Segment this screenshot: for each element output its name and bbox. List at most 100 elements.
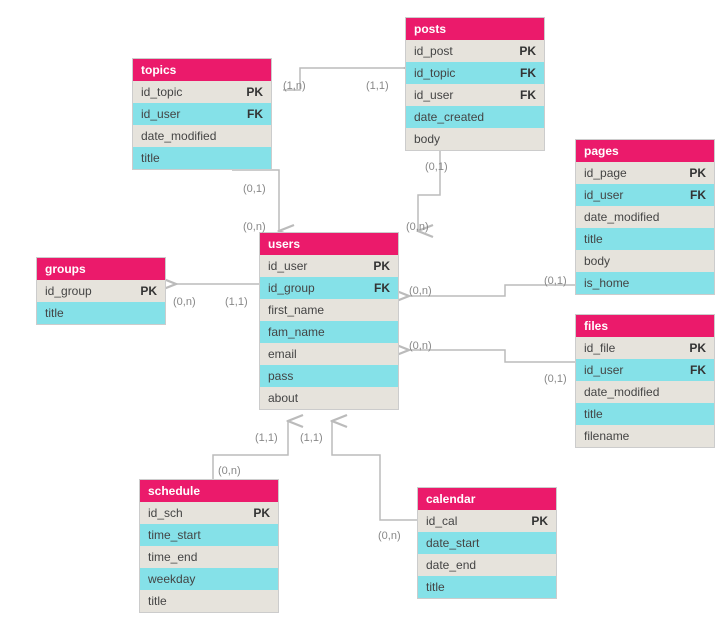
column-name: date_start [426, 536, 479, 550]
entity-row: time_end [140, 546, 278, 568]
column-name: id_user [584, 363, 623, 377]
cardinality-label: (0,n) [218, 465, 241, 477]
entity-header: calendar [418, 488, 556, 510]
entity-row: body [406, 128, 544, 150]
entity-header: pages [576, 140, 714, 162]
entity-row: id_filePK [576, 337, 714, 359]
entity-files: filesid_filePKid_userFKdate_modifiedtitl… [575, 314, 715, 448]
column-key: FK [690, 188, 706, 202]
entity-row: id_groupPK [37, 280, 165, 302]
connector-posts-users [418, 146, 440, 231]
entity-row: title [418, 576, 556, 598]
entity-row: id_userFK [576, 359, 714, 381]
column-name: id_topic [141, 85, 182, 99]
entity-groups: groupsid_groupPKtitle [36, 257, 166, 325]
column-key: PK [246, 85, 263, 99]
column-name: id_user [141, 107, 180, 121]
column-name: id_user [268, 259, 307, 273]
entity-row: date_start [418, 532, 556, 554]
entity-header: schedule [140, 480, 278, 502]
column-key: FK [374, 281, 390, 295]
column-key: PK [140, 284, 157, 298]
entity-row: title [37, 302, 165, 324]
entity-row: email [260, 343, 398, 365]
entity-row: weekday [140, 568, 278, 590]
entity-row: title [576, 403, 714, 425]
connector-files-users [409, 350, 575, 362]
entity-row: is_home [576, 272, 714, 294]
column-name: about [268, 391, 298, 405]
column-name: weekday [148, 572, 195, 586]
entity-row: pass [260, 365, 398, 387]
entity-row: body [576, 250, 714, 272]
entity-row: date_end [418, 554, 556, 576]
entity-schedule: schedule id_sch PK time_start time_endweekda… [139, 479, 279, 613]
column-name: title [45, 306, 64, 320]
cardinality-label: (1,1) [366, 80, 389, 92]
column-name: email [268, 347, 297, 361]
entity-row: id_user FK [133, 103, 271, 125]
entity-row: fam_name [260, 321, 398, 343]
entity-header: files [576, 315, 714, 337]
column-name: title [584, 232, 603, 246]
column-name: id_post [414, 44, 453, 58]
cardinality-label: (0,1) [544, 373, 567, 385]
column-key: PK [373, 259, 390, 273]
entity-row: filename [576, 425, 714, 447]
column-name: title [148, 594, 167, 608]
column-name: id_user [414, 88, 453, 102]
column-name: time_start [148, 528, 201, 542]
entity-header: users [260, 233, 398, 255]
column-name: id_page [584, 166, 627, 180]
entity-row: date_modified [133, 125, 271, 147]
column-name: date_modified [584, 210, 659, 224]
column-name: id_topic [414, 66, 455, 80]
entity-row: id_groupFK [260, 277, 398, 299]
entity-pages: pagesid_pagePKid_userFKdate_modifiedtitl… [575, 139, 715, 295]
entity-calendar: calendar id_cal PK date_start date_endtitle [417, 487, 557, 599]
cardinality-label: (1,1) [300, 432, 323, 444]
column-name: date_end [426, 558, 476, 572]
column-name: time_end [148, 550, 197, 564]
column-name: title [141, 151, 160, 165]
column-key: PK [531, 514, 548, 528]
cardinality-label: (1,n) [283, 80, 306, 92]
column-key: PK [519, 44, 536, 58]
column-name: id_file [584, 341, 615, 355]
entity-row: id_user FK [406, 84, 544, 106]
entity-row: date_created [406, 106, 544, 128]
column-name: id_sch [148, 506, 183, 520]
entity-row: id_page PK [576, 162, 714, 184]
entity-row: id_topic PK [133, 81, 271, 103]
cardinality-label: (1,1) [225, 296, 248, 308]
entity-header: groups [37, 258, 165, 280]
column-name: id_cal [426, 514, 457, 528]
cardinality-label: (0,1) [544, 275, 567, 287]
entity-row: first_name [260, 299, 398, 321]
entity-row: title [140, 590, 278, 612]
column-key: PK [689, 166, 706, 180]
cardinality-label: (0,n) [378, 530, 401, 542]
cardinality-label: (0,n) [409, 285, 432, 297]
column-name: body [584, 254, 610, 268]
column-name: pass [268, 369, 293, 383]
cardinality-label: (0,n) [406, 221, 429, 233]
column-name: filename [584, 429, 629, 443]
entity-row: date_modified [576, 381, 714, 403]
entity-header: topics [133, 59, 271, 81]
entity-row: time_start [140, 524, 278, 546]
column-key: FK [520, 66, 536, 80]
entity-row: date_modified [576, 206, 714, 228]
column-name: title [426, 580, 445, 594]
column-key: FK [520, 88, 536, 102]
column-key: PK [253, 506, 270, 520]
entity-row: id_sch PK [140, 502, 278, 524]
cardinality-label: (0,n) [409, 340, 432, 352]
cardinality-label: (1,1) [255, 432, 278, 444]
column-name: first_name [268, 303, 324, 317]
column-key: FK [247, 107, 263, 121]
entity-row: id_topic FK [406, 62, 544, 84]
column-name: body [414, 132, 440, 146]
entity-row: id_user PK [260, 255, 398, 277]
entity-row: id_cal PK [418, 510, 556, 532]
